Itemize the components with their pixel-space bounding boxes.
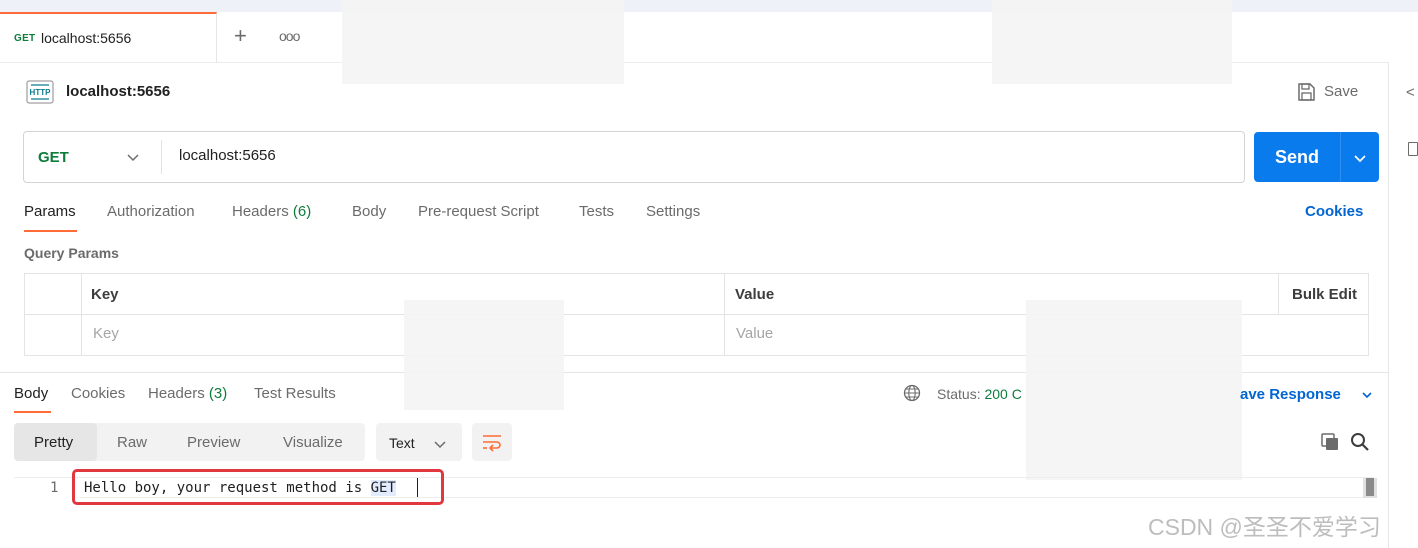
redacted-region bbox=[342, 0, 624, 84]
tab-body[interactable]: Body bbox=[352, 203, 386, 220]
tab-tests[interactable]: Tests bbox=[579, 203, 614, 220]
response-active-tab-indicator bbox=[14, 411, 51, 413]
send-separator bbox=[1340, 132, 1341, 182]
send-options-chevron-icon[interactable] bbox=[1353, 151, 1367, 165]
scrollbar-thumb[interactable] bbox=[1366, 478, 1374, 496]
chevron-down-icon[interactable] bbox=[1361, 389, 1373, 401]
table-col-divider bbox=[81, 273, 82, 356]
documentation-icon[interactable] bbox=[1408, 142, 1418, 156]
chevron-down-icon[interactable] bbox=[433, 437, 447, 451]
url-input[interactable]: localhost:5656 bbox=[179, 147, 276, 164]
response-tab-cookies[interactable]: Cookies bbox=[71, 385, 125, 402]
http-request-icon: HTTP bbox=[26, 80, 54, 104]
svg-text:HTTP: HTTP bbox=[30, 88, 52, 97]
highlight-annotation-box bbox=[72, 469, 444, 505]
bulk-edit-button[interactable]: Bulk Edit bbox=[1292, 286, 1357, 303]
tab-authorization[interactable]: Authorization bbox=[107, 203, 195, 220]
response-status: Status: 200 C bbox=[937, 386, 1022, 402]
key-column-header: Key bbox=[91, 286, 119, 303]
url-separator bbox=[161, 140, 162, 174]
response-tab-headers[interactable]: Headers (3) bbox=[148, 385, 227, 402]
request-title[interactable]: localhost:5656 bbox=[66, 83, 170, 100]
more-tabs-icon[interactable]: ooo bbox=[279, 28, 300, 44]
cookies-link[interactable]: Cookies bbox=[1305, 203, 1363, 220]
view-visualize[interactable]: Visualize bbox=[283, 434, 343, 451]
response-tab-headers-count: (3) bbox=[208, 385, 228, 402]
save-icon[interactable] bbox=[1296, 82, 1316, 102]
redacted-region bbox=[992, 0, 1232, 84]
save-response-button[interactable]: ave Response bbox=[1240, 386, 1341, 403]
right-sidebar bbox=[1388, 62, 1418, 548]
active-tab-indicator bbox=[24, 230, 77, 232]
table-col-divider bbox=[724, 273, 725, 356]
tab-settings[interactable]: Settings bbox=[646, 203, 700, 220]
tab-title[interactable]: localhost:5656 bbox=[41, 30, 131, 46]
tab-method-badge: GET bbox=[14, 33, 36, 44]
method-select[interactable]: GET bbox=[38, 149, 69, 166]
format-select-label[interactable]: Text bbox=[389, 435, 415, 451]
view-preview[interactable]: Preview bbox=[187, 434, 240, 451]
watermark: CSDN @圣圣不爱学习 bbox=[1148, 514, 1381, 540]
globe-icon[interactable] bbox=[903, 384, 921, 402]
redacted-region bbox=[404, 300, 564, 410]
tab-headers[interactable]: Headers (6) bbox=[232, 203, 311, 220]
value-input[interactable]: Value bbox=[736, 325, 773, 342]
key-input[interactable]: Key bbox=[93, 325, 119, 342]
chevron-down-icon[interactable] bbox=[126, 150, 140, 164]
send-button-label[interactable]: Send bbox=[1275, 147, 1319, 168]
response-tab-body[interactable]: Body bbox=[14, 385, 48, 402]
view-pretty[interactable]: Pretty bbox=[34, 434, 73, 451]
response-tab-test-results[interactable]: Test Results bbox=[254, 385, 336, 402]
status-label: Status: bbox=[937, 386, 981, 402]
response-tab-headers-label: Headers bbox=[148, 385, 205, 402]
tab-pre-request-script[interactable]: Pre-request Script bbox=[418, 203, 539, 220]
value-column-header: Value bbox=[735, 286, 775, 303]
search-icon[interactable] bbox=[1350, 432, 1370, 452]
new-tab-icon[interactable]: + bbox=[234, 24, 247, 48]
table-col-divider bbox=[1278, 273, 1279, 315]
tab-headers-label: Headers bbox=[232, 203, 289, 220]
redacted-region bbox=[1026, 300, 1242, 480]
save-button[interactable]: Save bbox=[1324, 83, 1358, 100]
copy-icon[interactable] bbox=[1320, 432, 1340, 452]
tab-params[interactable]: Params bbox=[24, 203, 76, 220]
word-wrap-icon[interactable] bbox=[481, 432, 503, 452]
status-value: 200 C bbox=[984, 386, 1022, 402]
line-number: 1 bbox=[50, 480, 59, 496]
query-params-title: Query Params bbox=[24, 245, 119, 261]
view-raw[interactable]: Raw bbox=[117, 434, 147, 451]
code-snippet-icon[interactable]: < bbox=[1406, 84, 1415, 101]
tab-headers-count: (6) bbox=[292, 203, 312, 220]
